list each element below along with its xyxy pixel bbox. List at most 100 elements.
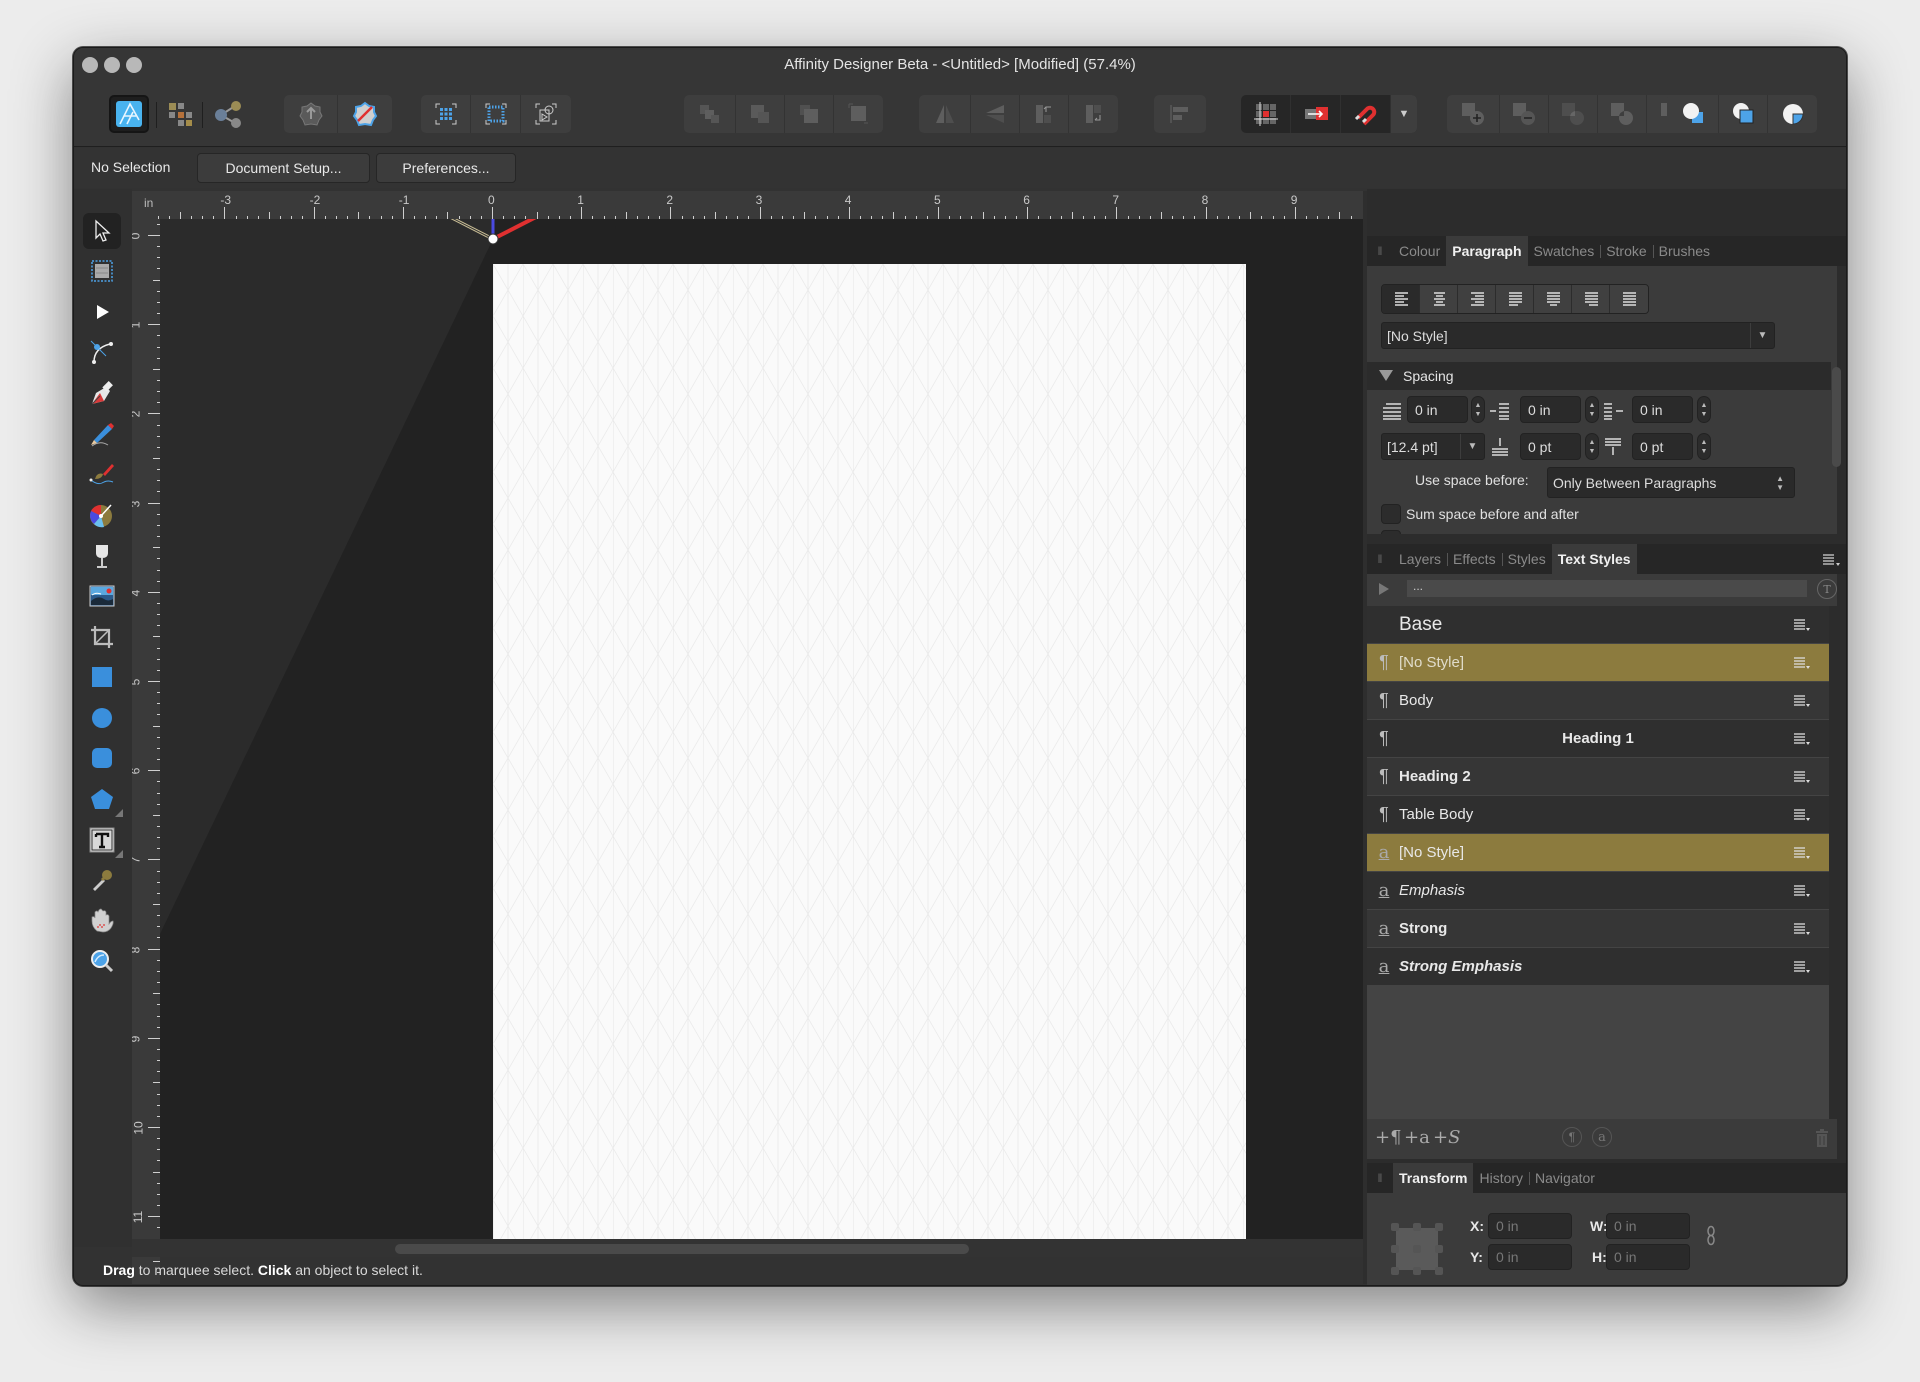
move-backward-button[interactable]	[736, 95, 785, 133]
style-row-menu-icon[interactable]	[1793, 808, 1811, 822]
anchor-point-selector[interactable]	[1391, 1223, 1443, 1275]
tab-stroke[interactable]: Stroke	[1600, 236, 1652, 266]
horizontal-ruler[interactable]: -3 -2 -1 0 1 2 3 4 5 6 7 8 9	[132, 191, 1363, 219]
expand-triangle-icon[interactable]	[1379, 583, 1389, 595]
polygon-tool[interactable]	[83, 781, 123, 817]
panel-grip-icon[interactable]: ‖	[1367, 544, 1393, 574]
transparency-tool[interactable]	[83, 538, 121, 574]
style-row-menu-icon[interactable]	[1793, 770, 1811, 784]
justify-all-button[interactable]	[1610, 285, 1648, 313]
move-tool[interactable]	[83, 213, 121, 249]
space-after-field[interactable]: 0 pt	[1632, 433, 1693, 460]
width-field[interactable]: 0 in	[1606, 1213, 1690, 1239]
height-field[interactable]: 0 in	[1606, 1244, 1690, 1270]
text-style-row[interactable]: a Strong Emphasis	[1367, 948, 1829, 985]
first-line-indent-stepper[interactable]: ▲ ▼	[1697, 396, 1711, 423]
justify-right-button[interactable]	[1572, 285, 1610, 313]
vertical-ruler[interactable]: 0 1 2 3 4 5 6 7 8 9 10 11	[132, 219, 160, 1284]
document-canvas[interactable]	[160, 219, 1363, 1239]
rotate-left-button[interactable]	[1020, 95, 1069, 133]
text-style-preview-icon[interactable]: T	[1817, 579, 1837, 599]
align-left-button[interactable]	[1382, 285, 1420, 313]
style-row-menu-icon[interactable]	[1793, 884, 1811, 898]
add-paragraph-style-icon[interactable]: +¶	[1375, 1127, 1402, 1148]
link-proportions-icon[interactable]	[1706, 1225, 1716, 1247]
clear-character-style-icon[interactable]: a	[1592, 1127, 1612, 1147]
delete-style-icon[interactable]	[1815, 1129, 1829, 1147]
style-group-header[interactable]: Base	[1367, 606, 1829, 643]
text-style-row[interactable]: ¶ Table Body	[1367, 796, 1829, 833]
node-tool[interactable]	[83, 334, 121, 370]
place-image-tool[interactable]	[83, 578, 121, 614]
right-indent-field[interactable]: 0 in	[1520, 396, 1581, 423]
tab-brushes[interactable]: Brushes	[1652, 236, 1716, 266]
use-space-before-select[interactable]: Only Between Paragraphs ▲ ▼	[1547, 467, 1795, 498]
paragraph-style-select[interactable]: [No Style] ▼	[1381, 322, 1775, 349]
clear-paragraph-style-icon[interactable]: ¶	[1562, 1127, 1582, 1147]
ignore-space-checkbox[interactable]	[1381, 530, 1401, 534]
y-position-field[interactable]: 0 in	[1488, 1244, 1572, 1270]
move-forward-button[interactable]	[785, 95, 834, 133]
tab-transform[interactable]: Transform	[1393, 1163, 1474, 1193]
flip-horizontal-button[interactable]	[919, 95, 971, 133]
space-before-stepper[interactable]: ▲ ▼	[1585, 433, 1599, 460]
select-object-button[interactable]	[521, 95, 571, 133]
view-tool[interactable]	[83, 903, 121, 939]
text-style-row[interactable]: ¶ Heading 1	[1367, 720, 1829, 757]
rounded-rectangle-tool[interactable]	[83, 740, 121, 776]
tab-swatches[interactable]: Swatches	[1528, 236, 1601, 266]
leading-select[interactable]: [12.4 pt] ▼	[1381, 433, 1485, 460]
justify-center-button[interactable]	[1534, 285, 1572, 313]
align-button[interactable]	[1154, 95, 1206, 133]
boolean-add-button[interactable]	[1447, 95, 1500, 133]
export-persona-button[interactable]	[208, 95, 248, 133]
insert-behind-button[interactable]	[1667, 95, 1719, 133]
crop-tool[interactable]	[83, 619, 121, 655]
first-line-indent-field[interactable]: 0 in	[1632, 396, 1693, 423]
flip-vertical-button[interactable]	[971, 95, 1020, 133]
preferences-button[interactable]: Preferences...	[376, 153, 516, 183]
style-row-menu-icon[interactable]	[1793, 846, 1811, 860]
select-inverse-button[interactable]	[471, 95, 521, 133]
panel-grip-icon[interactable]: ‖	[1367, 236, 1393, 266]
horizontal-scrollbar-thumb[interactable]	[395, 1244, 969, 1254]
tab-layers[interactable]: Layers	[1393, 544, 1447, 574]
snapping-button[interactable]	[1341, 95, 1391, 133]
snapping-dropdown-button[interactable]: ▼	[1391, 95, 1417, 133]
fill-tool[interactable]	[83, 497, 121, 533]
add-group-style-icon[interactable]: +S	[1433, 1127, 1460, 1148]
style-row-menu-icon[interactable]	[1793, 922, 1811, 936]
pen-tool[interactable]	[83, 375, 121, 411]
panel-grip-icon[interactable]: ‖	[1367, 1163, 1393, 1193]
pencil-tool[interactable]	[83, 416, 121, 452]
insert-top-button[interactable]	[1719, 95, 1768, 133]
rotate-right-button[interactable]	[1069, 95, 1118, 133]
tab-navigator[interactable]: Navigator	[1529, 1163, 1601, 1193]
space-before-field[interactable]: 0 pt	[1520, 433, 1581, 460]
move-to-back-button[interactable]	[684, 95, 736, 133]
text-tool[interactable]	[83, 822, 123, 858]
align-center-button[interactable]	[1420, 285, 1458, 313]
tab-styles[interactable]: Styles	[1501, 544, 1552, 574]
x-position-field[interactable]: 0 in	[1488, 1213, 1572, 1239]
text-styles-search-input[interactable]: ...	[1407, 580, 1807, 597]
artboard-page[interactable]	[493, 264, 1246, 1239]
designer-persona-button[interactable]	[109, 95, 149, 133]
text-style-row[interactable]: a Strong	[1367, 910, 1829, 947]
style-row-menu-icon[interactable]	[1793, 656, 1811, 670]
justify-left-button[interactable]	[1496, 285, 1534, 313]
text-style-row[interactable]: a [No Style]	[1367, 834, 1829, 871]
select-all-button[interactable]	[421, 95, 471, 133]
assistant-off-button[interactable]	[338, 95, 392, 133]
text-style-row[interactable]: ¶ Heading 2	[1367, 758, 1829, 795]
left-indent-field[interactable]: 0 in	[1407, 396, 1468, 423]
left-indent-stepper[interactable]: ▲ ▼	[1471, 396, 1485, 423]
panel-menu-icon[interactable]	[1822, 553, 1842, 567]
style-row-menu-icon[interactable]	[1793, 960, 1811, 974]
zoom-tool[interactable]	[83, 943, 121, 979]
style-row-menu-icon[interactable]	[1793, 618, 1811, 632]
add-character-style-icon[interactable]: +a	[1404, 1127, 1430, 1148]
pixel-persona-button[interactable]	[160, 95, 200, 133]
spacing-section-header[interactable]: Spacing	[1367, 362, 1831, 390]
snap-move-button[interactable]	[1291, 95, 1341, 133]
